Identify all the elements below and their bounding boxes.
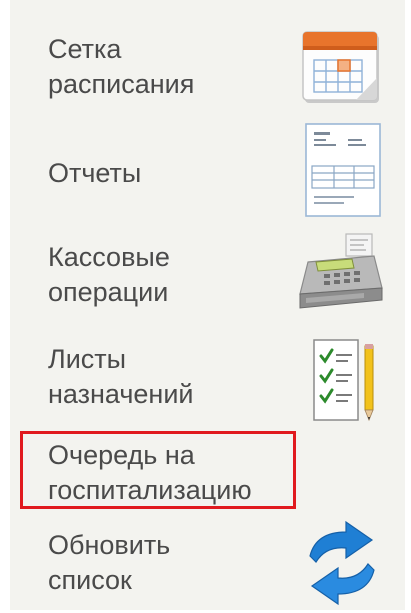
menu-item-label: Листы назначений — [48, 344, 194, 409]
menu-item-cash-operations[interactable]: Кассовые операции — [20, 232, 400, 322]
refresh-arrows-icon — [302, 518, 382, 613]
menu-item-schedule-grid[interactable]: Сетка расписания — [20, 28, 400, 118]
menu-item-refresh-list[interactable]: Обновить список — [20, 518, 400, 608]
cash-register-icon — [294, 232, 386, 317]
menu-item-label: Обновить список — [48, 530, 171, 595]
menu-item-reports[interactable]: Отчеты — [20, 122, 400, 222]
menu-item-label: Отчеты — [48, 158, 142, 188]
menu-item-prescription-lists[interactable]: Листы назначений — [20, 338, 400, 428]
calendar-grid-icon — [302, 28, 384, 111]
menu-item-label: Кассовые операции — [48, 242, 170, 307]
checklist-pencil-icon — [312, 338, 378, 429]
menu-item-label: Сетка расписания — [48, 34, 195, 99]
selection-highlight-box — [20, 431, 296, 509]
report-document-icon — [304, 122, 384, 225]
side-menu-panel: Сетка расписания Отчеты Кассовые операци… — [10, 0, 405, 610]
